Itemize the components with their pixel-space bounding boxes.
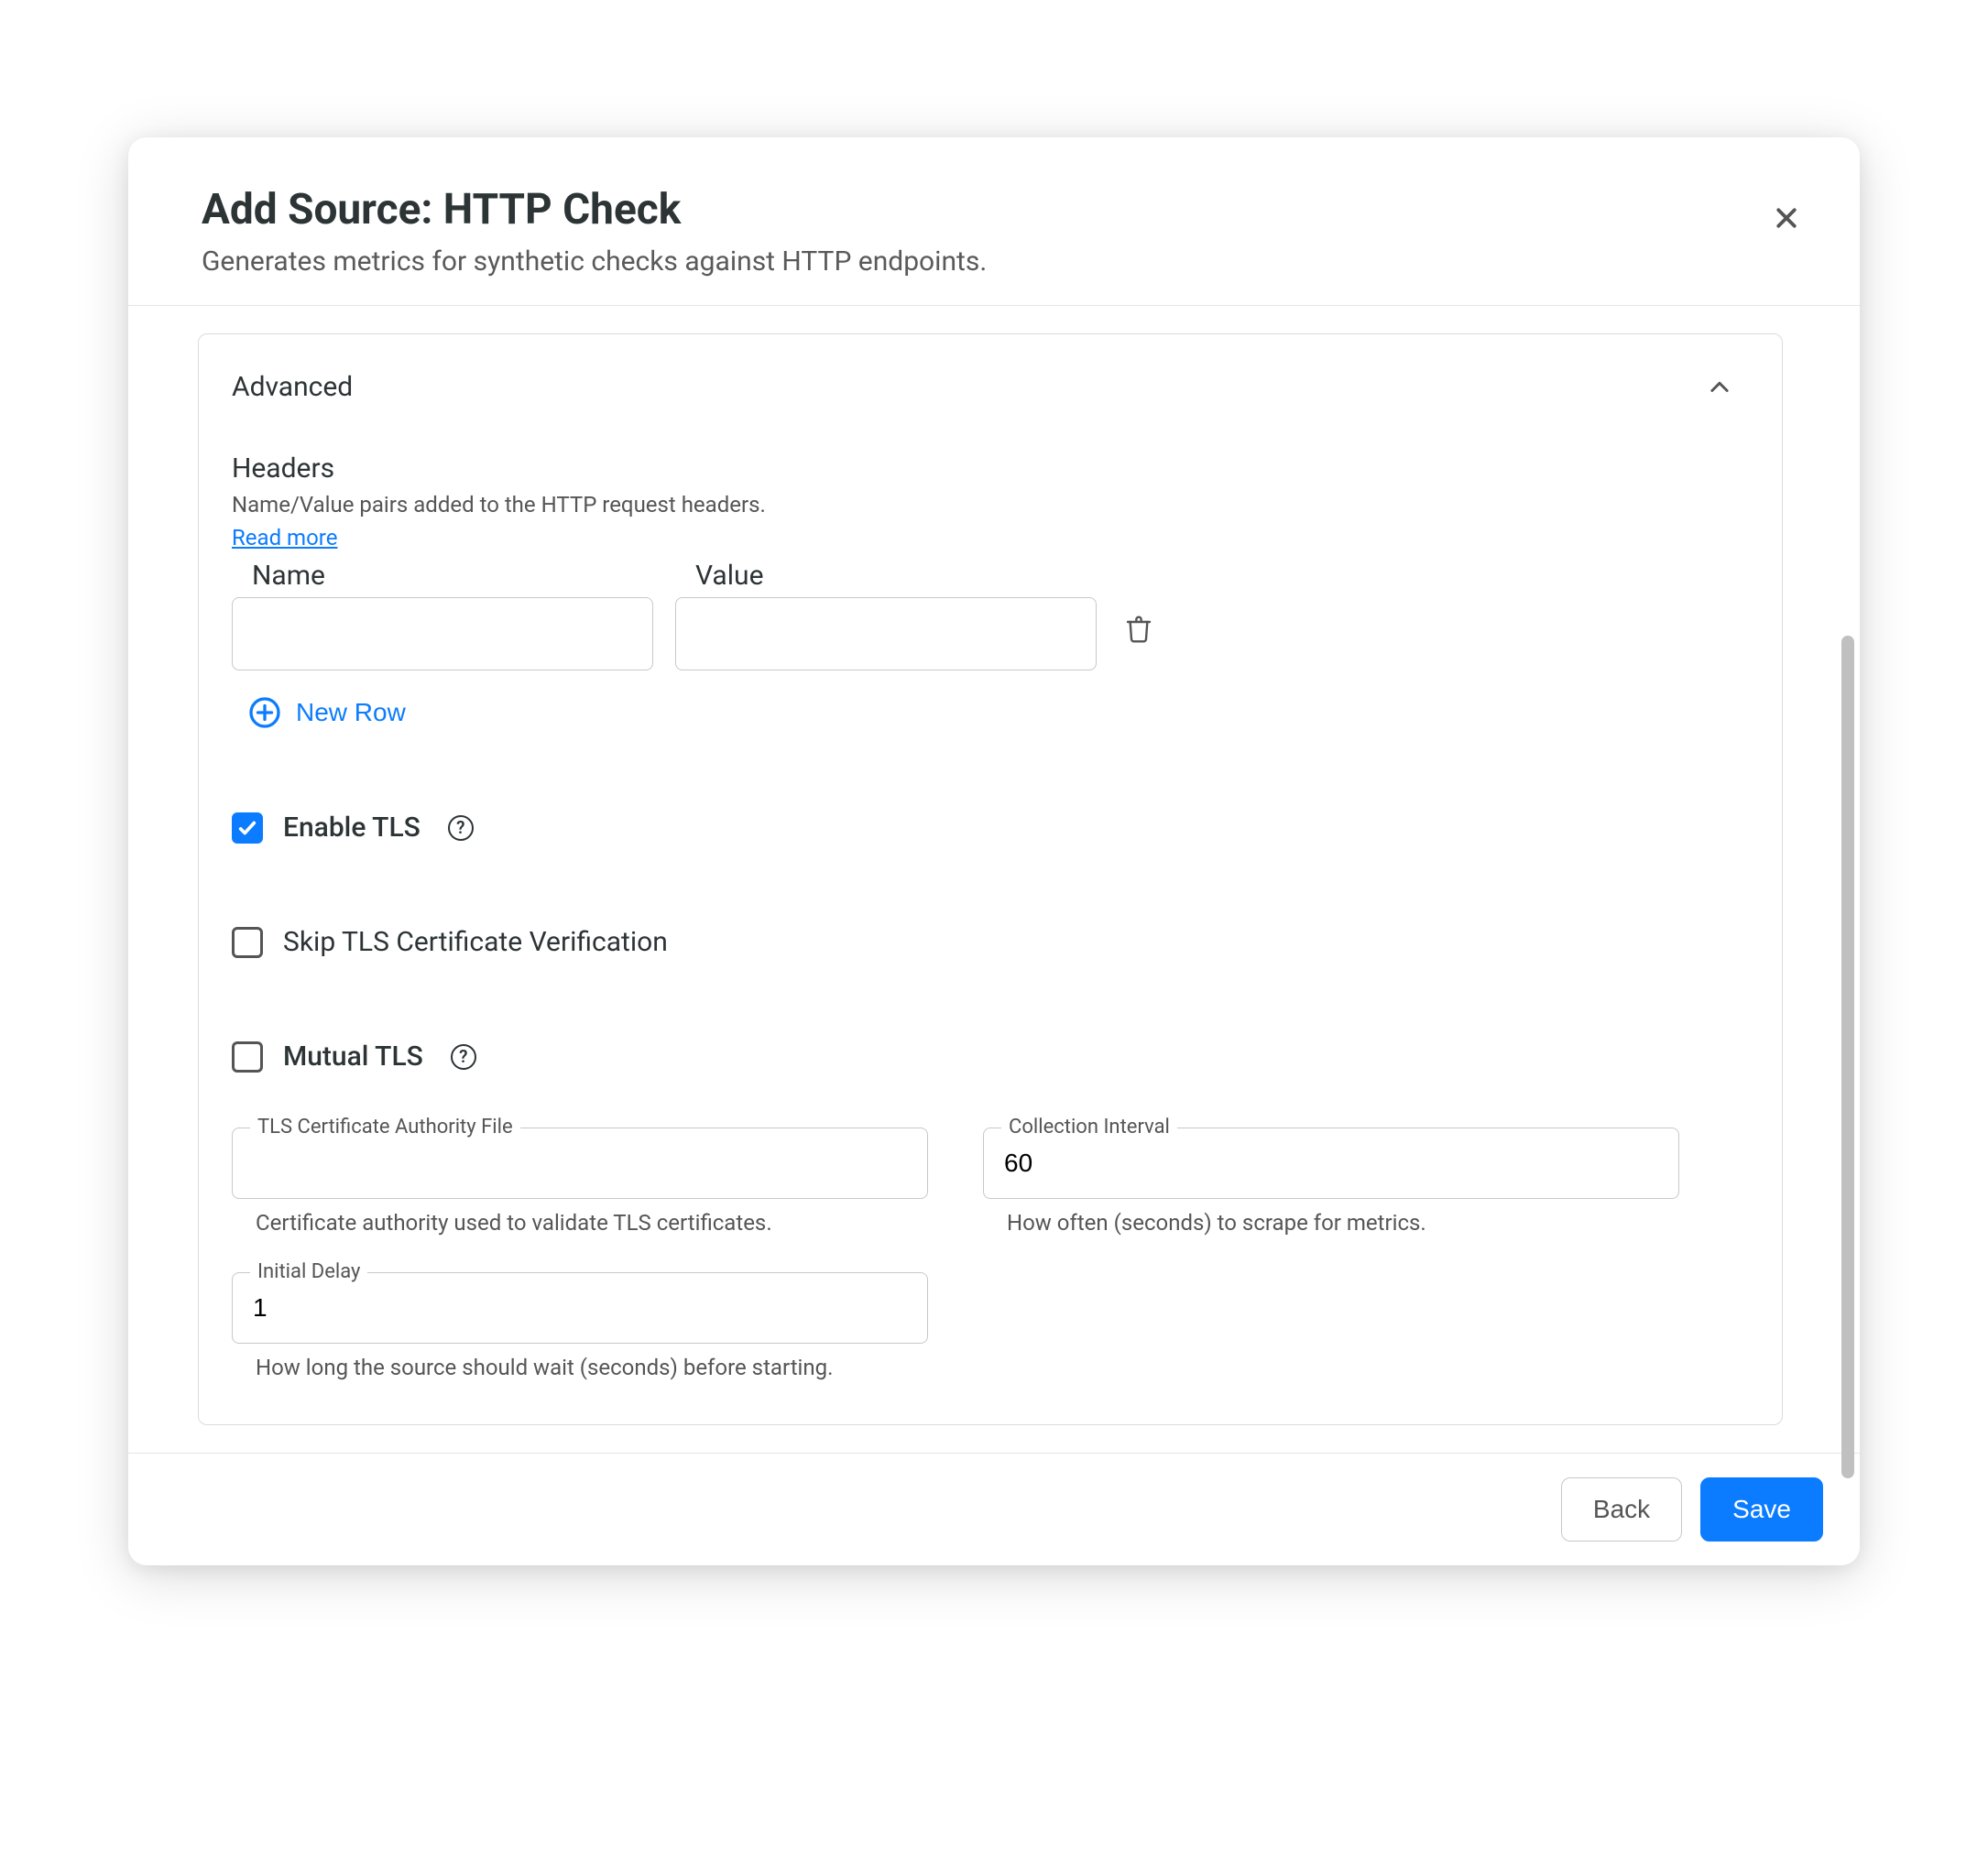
header-value-col: Value [675,560,1097,670]
save-button[interactable]: Save [1700,1477,1823,1542]
header-name-col: Name [232,560,653,670]
ca-file-label: TLS Certificate Authority File [250,1116,520,1138]
chevron-up-icon [1707,375,1732,400]
interval-label: Collection Interval [1001,1116,1177,1138]
skip-tls-label: Skip TLS Certificate Verification [283,926,668,958]
advanced-panel: Advanced Headers Name/Value pairs added … [198,333,1783,1425]
mutual-tls-checkbox[interactable] [232,1041,263,1073]
panel-title: Advanced [232,371,353,403]
headers-desc: Name/Value pairs added to the HTTP reque… [232,492,1749,518]
headers-heading: Headers [232,452,1749,485]
help-icon[interactable]: ? [451,1044,476,1070]
new-row-label: New Row [296,698,406,727]
new-row-button[interactable]: New Row [232,696,406,729]
read-more-link[interactable]: Read more [232,525,337,550]
ca-file-field: TLS Certificate Authority File Certifica… [232,1128,928,1236]
mutual-tls-row: Mutual TLS ? [232,1040,1749,1073]
headers-section: Headers Name/Value pairs added to the HT… [232,452,1749,729]
modal-subtitle: Generates metrics for synthetic checks a… [202,245,1786,278]
skip-tls-row: Skip TLS Certificate Verification [232,926,1749,958]
help-icon[interactable]: ? [448,815,474,841]
close-button[interactable] [1768,200,1805,236]
header-value-input[interactable] [675,597,1097,670]
headers-row: Name Value [232,560,1749,670]
modal-body: Advanced Headers Name/Value pairs added … [128,306,1860,1453]
scrollbar[interactable] [1841,333,1854,1425]
enable-tls-label: Enable TLS [283,812,421,844]
header-name-label: Name [232,560,653,592]
enable-tls-row: Enable TLS ? [232,812,1749,844]
skip-tls-checkbox[interactable] [232,927,263,958]
scrollbar-thumb[interactable] [1841,636,1854,1478]
modal-header: Add Source: HTTP Check Generates metrics… [128,137,1860,306]
plus-circle-icon [248,696,281,729]
modal-title: Add Source: HTTP Check [202,185,1786,234]
mutual-tls-label: Mutual TLS [283,1040,423,1073]
enable-tls-checkbox[interactable] [232,812,263,844]
ca-file-help: Certificate authority used to validate T… [232,1210,928,1236]
close-icon [1773,204,1800,232]
initial-delay-label: Initial Delay [250,1260,367,1283]
check-icon [237,818,257,838]
interval-field: Collection Interval How often (seconds) … [983,1128,1679,1236]
modal-footer: Back Save [128,1453,1860,1565]
trash-icon [1124,615,1153,644]
initial-delay-field: Initial Delay How long the source should… [232,1272,928,1380]
back-button[interactable]: Back [1561,1477,1682,1542]
add-source-modal: Add Source: HTTP Check Generates metrics… [128,137,1860,1565]
interval-help: How often (seconds) to scrape for metric… [983,1210,1679,1236]
initial-delay-help: How long the source should wait (seconds… [232,1355,928,1380]
header-value-label: Value [675,560,1097,592]
panel-header[interactable]: Advanced [232,371,1749,403]
field-grid: TLS Certificate Authority File Certifica… [232,1128,1749,1380]
header-name-input[interactable] [232,597,653,670]
delete-row-button[interactable] [1119,609,1159,652]
